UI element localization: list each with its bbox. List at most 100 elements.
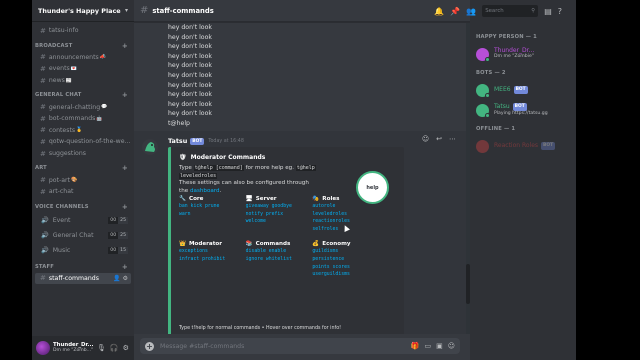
add-channel-icon[interactable]: + [122, 91, 128, 99]
avatar [476, 83, 490, 98]
emoji-icon[interactable]: ☺ [448, 342, 455, 350]
channel-suggestions[interactable]: # suggestions [35, 148, 131, 160]
command-link[interactable]: infract prohibit [179, 256, 246, 264]
field-name-text: Economy [322, 241, 351, 248]
channel-label: events [48, 65, 70, 73]
user-count-limit: 25 [118, 231, 128, 239]
command-link[interactable]: userguildisms [312, 271, 379, 279]
hash-icon: # [140, 5, 149, 16]
help-icon[interactable]: ? [558, 7, 562, 16]
sticker-icon[interactable]: ▣ [436, 342, 443, 350]
channel-bot-commands[interactable]: # bot-commands 🤖 [35, 113, 131, 125]
command-link[interactable]: warn [179, 211, 246, 219]
gif-icon[interactable]: ▭ [424, 342, 431, 350]
command-link[interactable]: disable enable [246, 248, 313, 256]
field-icon: 🖥 [245, 196, 253, 202]
voice-channel-music[interactable]: 🔊 Music 00 15 [35, 243, 131, 258]
headphones-icon[interactable]: 🎧 [110, 344, 119, 352]
user-count: 00 15 [108, 246, 128, 254]
channel-news[interactable]: # news 📰 [35, 75, 131, 87]
command-link[interactable]: guildisms [312, 248, 379, 256]
gear-icon[interactable]: ⚙ [123, 344, 129, 352]
channel-tatsu-info[interactable]: # tatsu-info [35, 25, 131, 37]
member-item[interactable]: Tatsu BOT Playing https://tatsu.gg [470, 100, 576, 120]
bell-icon[interactable]: 🔔 [434, 7, 444, 16]
command-link[interactable]: ignore whitelist [246, 256, 313, 264]
channel-events[interactable]: # events 💌 [35, 63, 131, 75]
channel-label: art-chat [48, 188, 74, 196]
channel-pot-art[interactable]: # pot-art 🎨 [35, 174, 131, 186]
add-channel-icon[interactable]: + [122, 263, 128, 271]
online-status-icon [485, 92, 490, 98]
bot-badge: BOT [190, 137, 205, 145]
bot-message[interactable]: Tatsu BOT Today at 16:48 ☺ ↩ ⋯ 🛡 Moderat… [134, 131, 466, 334]
channel-qotw[interactable]: # qotw-question-of-the-we... [35, 136, 131, 148]
pin-icon[interactable]: 📌 [450, 7, 460, 16]
message-author[interactable]: Tatsu [168, 137, 187, 145]
command-link[interactable]: autorole [312, 203, 379, 211]
message-text: hey don't look [168, 100, 212, 108]
category-general-chat[interactable]: GENERAL CHAT + [32, 89, 134, 101]
hash-icon: # [40, 187, 46, 196]
command-link[interactable]: persistence [312, 256, 379, 264]
user-count-limit: 25 [118, 216, 128, 224]
inbox-icon[interactable]: ▤ [544, 7, 552, 16]
member-item[interactable]: MEE6 BOT [470, 80, 576, 100]
field-name-text: Moderator [188, 241, 222, 248]
member-name-text: Reaction Roles [494, 141, 539, 149]
gift-icon[interactable]: 🎁 [411, 342, 420, 350]
category-label: ART [35, 165, 47, 172]
member-item[interactable]: Thunder_Dr... Dm me "Zombie" [470, 44, 576, 64]
tatsu-avatar[interactable] [142, 139, 158, 155]
channel-settings-icon[interactable]: 👤 ⚙ [113, 275, 131, 282]
category-label: VOICE CHANNELS [35, 203, 89, 210]
message-text: hey don't look [168, 24, 212, 31]
more-options-icon[interactable]: ⋯ [449, 135, 456, 143]
command-link[interactable]: ban kick prune [179, 203, 246, 211]
add-channel-icon[interactable]: + [122, 203, 128, 211]
channel-art-chat[interactable]: # art-chat [35, 186, 131, 198]
reply-icon[interactable]: ↩ [436, 135, 442, 143]
member-item[interactable]: Reaction Roles BOT [470, 136, 576, 156]
message-text: hey don't look [168, 43, 212, 51]
category-label: STAFF [35, 263, 54, 270]
upload-icon[interactable]: + [145, 341, 154, 351]
message-actions: ☺ ↩ ⋯ [422, 135, 456, 143]
user-panel: Thunder_Dr... Dm me "Zomb..." 🎙 🎧 ⚙ [32, 336, 134, 360]
channel-staff-commands[interactable]: # staff-commands 👤 ⚙ [35, 272, 131, 285]
category-label: BROADCAST [35, 42, 73, 49]
chevron-down-icon[interactable]: ▾ [125, 7, 128, 14]
command-link[interactable]: welcome [246, 218, 313, 226]
members-icon[interactable]: 👥 [466, 7, 476, 16]
voice-channel-event[interactable]: 🔊 Event 00 25 [35, 213, 131, 228]
channel-announcements[interactable]: # announcements 📣 [35, 52, 131, 64]
command-link[interactable]: giveaway goodbye [246, 203, 313, 211]
member-group-header: OFFLINE — 1 [476, 126, 516, 132]
avatar [476, 103, 490, 118]
channel-general-chatting[interactable]: # general-chatting 💬 [35, 101, 131, 113]
channel-label: contests [48, 126, 76, 134]
command-link[interactable]: notify prefix [246, 211, 313, 219]
avatar[interactable] [36, 341, 50, 355]
embed-field: 👑 Moderator exceptions infract prohibit [179, 240, 246, 278]
command-link[interactable]: points scores [312, 264, 379, 272]
channel-contests[interactable]: # contests 🥇 [35, 125, 131, 137]
server-header[interactable]: Thunder's Happy Place ▾ [32, 0, 134, 22]
add-reaction-icon[interactable]: ☺ [422, 135, 429, 143]
microphone-icon[interactable]: 🎙 [97, 344, 106, 352]
dashboard-link[interactable]: dashboard [190, 188, 220, 194]
member-group-header: BOTS — 2 [476, 70, 506, 76]
add-channel-icon[interactable]: + [122, 164, 128, 172]
message-list[interactable]: hey don't look hey don't look hey don't lo… [134, 23, 466, 334]
category-broadcast[interactable]: BROADCAST + [32, 40, 134, 52]
category-voice[interactable]: VOICE CHANNELS + [32, 201, 134, 213]
command-link[interactable]: leveledroles [312, 211, 379, 219]
category-staff[interactable]: STAFF + [32, 261, 134, 273]
voice-channel-general-chat[interactable]: 🔊 General Chat 00 25 [35, 228, 131, 243]
message-input[interactable] [160, 342, 406, 350]
add-channel-icon[interactable]: + [122, 42, 128, 50]
hash-icon: # [40, 64, 46, 73]
command-link[interactable]: exceptions [179, 248, 246, 256]
category-art[interactable]: ART + [32, 162, 134, 174]
search-input[interactable]: Search ⚲ [482, 5, 539, 17]
